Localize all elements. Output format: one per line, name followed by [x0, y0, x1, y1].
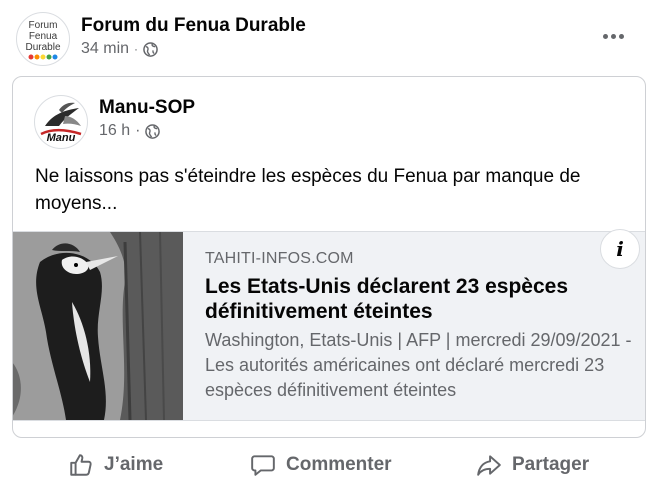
like-label: J’aime — [104, 454, 164, 475]
svg-text:Forum: Forum — [29, 20, 58, 31]
globe-icon — [143, 41, 158, 57]
forum-logo: Forum Fenua Durable — [25, 20, 61, 60]
post-meta: 34 min · — [81, 40, 158, 58]
svg-text:Fenua: Fenua — [29, 31, 58, 42]
comment-bubble-icon — [251, 455, 275, 476]
link-preview[interactable]: TAHITI-INFOS.COM Les Etats-Unis déclaren… — [13, 229, 645, 421]
post-header: Forum Fenua Durable Forum du Fenua Durab… — [16, 10, 636, 66]
more-options-icon[interactable] — [598, 24, 628, 48]
meta-separator: · — [134, 42, 139, 56]
action-bar: J’aime Commenter Partager — [0, 445, 650, 485]
page-avatar[interactable]: Forum Fenua Durable — [16, 12, 70, 66]
comment-label: Commenter — [286, 454, 392, 475]
shared-post-meta: 16 h · — [99, 122, 161, 140]
manu-bird-logo: Manu — [40, 102, 82, 144]
thumbs-up-icon — [70, 454, 92, 476]
share-button[interactable]: Partager — [476, 445, 589, 485]
share-label: Partager — [512, 454, 590, 475]
link-preview-image — [13, 232, 183, 420]
shared-author-name[interactable]: Manu-SOP — [99, 97, 195, 119]
shared-author-avatar[interactable]: Manu — [34, 95, 88, 149]
post-time[interactable]: 34 min — [81, 40, 129, 58]
globe-icon — [145, 123, 161, 139]
page-name[interactable]: Forum du Fenua Durable — [81, 15, 306, 37]
info-icon[interactable]: i — [600, 229, 640, 269]
svg-text:Manu: Manu — [47, 132, 76, 144]
shared-post-time[interactable]: 16 h — [99, 122, 130, 140]
shared-post-card: Manu Manu-SOP 16 h · Ne laissons pas s'é… — [12, 76, 646, 438]
meta-separator: · — [135, 122, 141, 139]
shared-post-text: Ne laissons pas s'éteindre les espèces d… — [35, 166, 581, 214]
woodpecker-photo — [13, 232, 183, 420]
link-description: Washington, Etats-Unis | AFP | mercredi … — [205, 330, 632, 400]
link-title[interactable]: Les Etats-Unis déclarent 23 espèces défi… — [205, 274, 635, 324]
link-domain: TAHITI-INFOS.COM — [205, 250, 354, 267]
svg-text:Durable: Durable — [25, 42, 60, 53]
share-arrow-icon — [477, 455, 501, 476]
comment-button[interactable]: Commenter — [250, 445, 392, 485]
like-button[interactable]: J’aime — [68, 445, 163, 485]
